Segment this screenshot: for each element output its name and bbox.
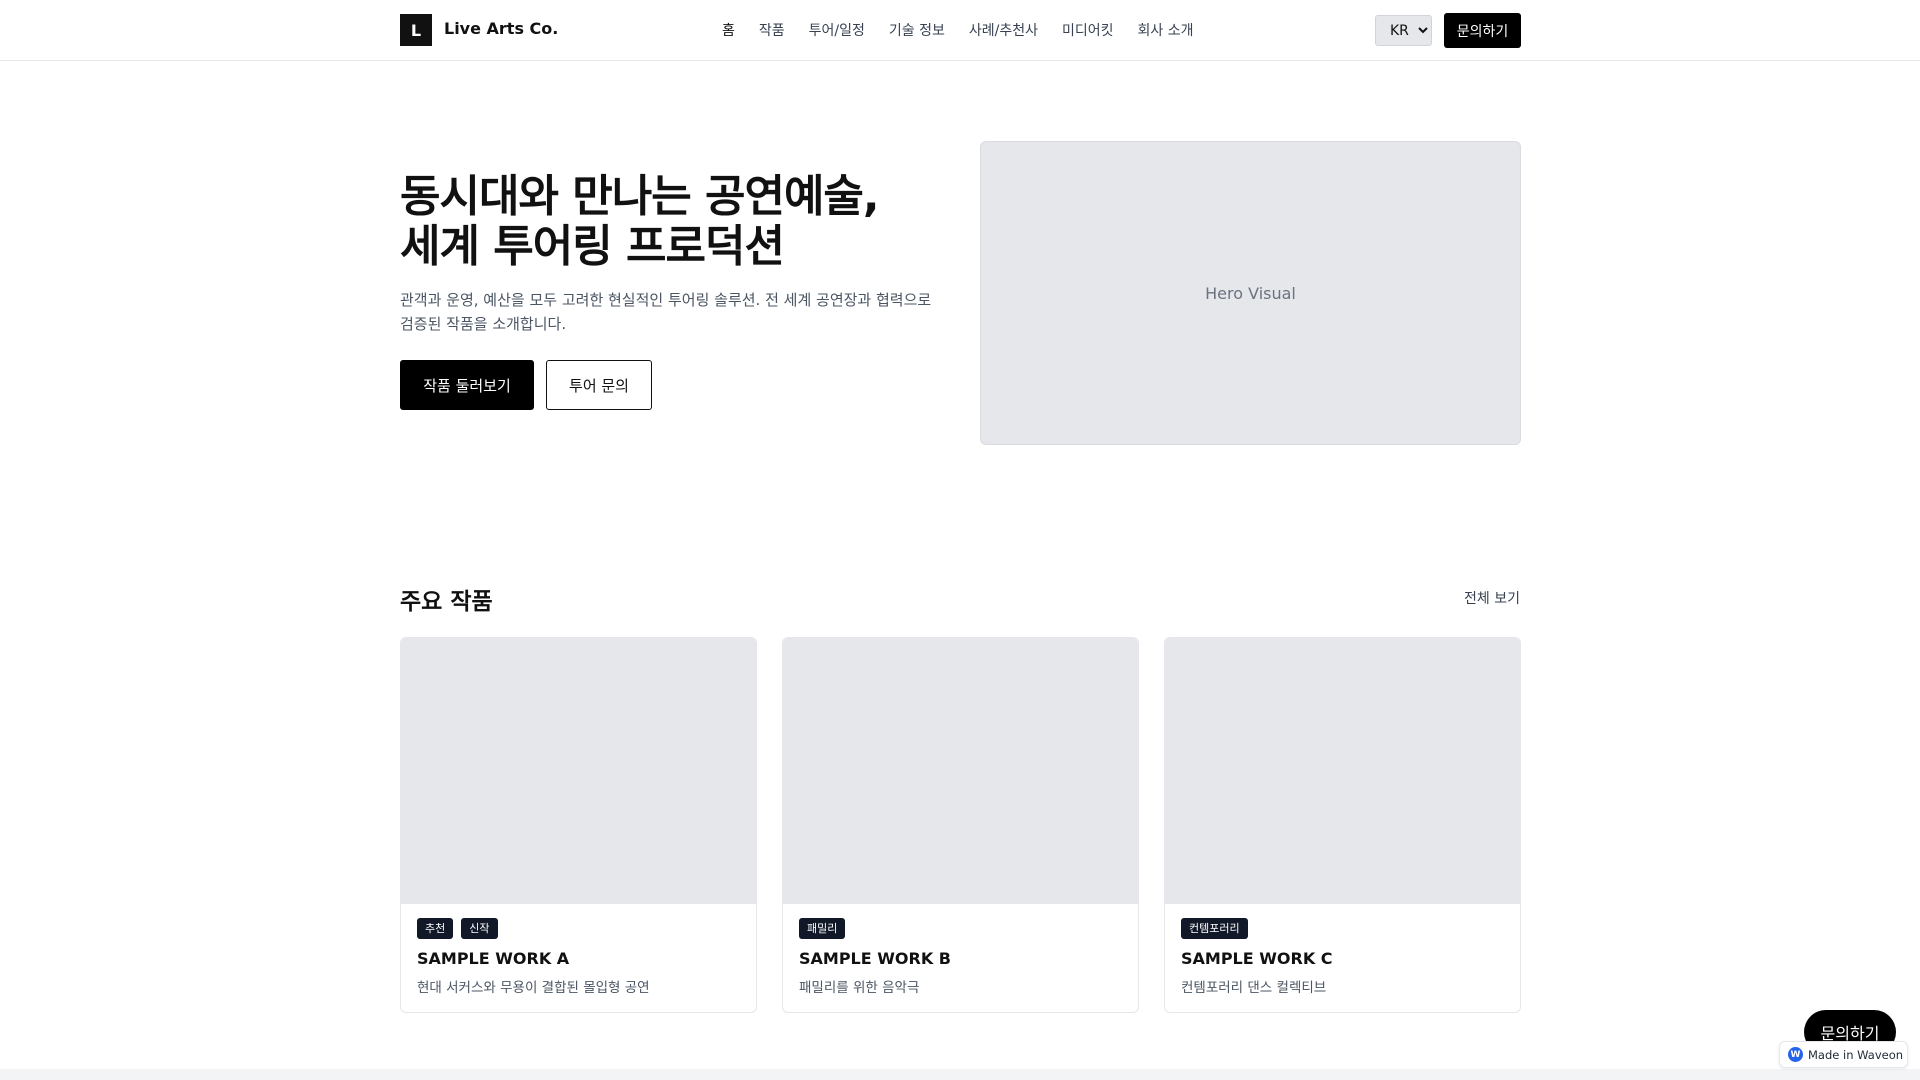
nav-item-cases[interactable]: 사례/추천사 bbox=[969, 20, 1038, 40]
work-card-subtitle: 현대 서커스와 무용이 결합된 몰입형 공연 bbox=[417, 980, 650, 996]
tag-badge: 패밀리 bbox=[799, 918, 846, 939]
browse-works-button[interactable]: 작품 둘러보기 bbox=[400, 360, 534, 410]
work-card-a[interactable]: 추천 신작 SAMPLE WORK A 현대 서커스와 무용이 결합된 몰입형 … bbox=[400, 637, 757, 1013]
work-card-body: 추천 신작 SAMPLE WORK A 현대 서커스와 무용이 결합된 몰입형 … bbox=[401, 904, 756, 996]
nav-item-works[interactable]: 작품 bbox=[759, 20, 785, 40]
nav-item-tour-schedule[interactable]: 투어/일정 bbox=[809, 20, 865, 40]
waveon-badge-text: Made in Waveon bbox=[1808, 1047, 1904, 1062]
work-card-title: SAMPLE WORK A bbox=[417, 949, 570, 968]
hero-title: 동시대와 만나는 공연예술, 세계 투어링 프로덕션 bbox=[400, 172, 960, 272]
site-header: L Live Arts Co. 홈 작품 투어/일정 기술 정보 사례/추천사 … bbox=[0, 0, 1920, 61]
tag-badge: 추천 bbox=[417, 918, 454, 939]
tour-inquiry-button[interactable]: 투어 문의 bbox=[546, 360, 652, 410]
logo-mark[interactable]: L bbox=[400, 14, 432, 46]
works-section-title: 주요 작품 bbox=[400, 589, 493, 615]
work-card-tags: 추천 신작 bbox=[417, 918, 740, 939]
work-card-subtitle: 패밀리를 위한 음악극 bbox=[799, 980, 920, 996]
main-nav: 홈 작품 투어/일정 기술 정보 사례/추천사 미디어킷 회사 소개 bbox=[722, 20, 1194, 40]
nav-item-media-kit[interactable]: 미디어킷 bbox=[1062, 20, 1114, 40]
work-card-title: SAMPLE WORK C bbox=[1181, 949, 1333, 968]
view-all-link[interactable]: 전체 보기 bbox=[1464, 588, 1520, 608]
logo-text[interactable]: Live Arts Co. bbox=[444, 19, 558, 38]
work-card-tags: 패밀리 bbox=[799, 918, 1122, 939]
nav-item-tech-info[interactable]: 기술 정보 bbox=[889, 20, 945, 40]
hero-title-line-1: 동시대와 만나는 공연예술, bbox=[400, 171, 880, 222]
work-card-body: 컨템포러리 SAMPLE WORK C 컨템포러리 댄스 컬렉티브 bbox=[1165, 904, 1520, 996]
tag-badge: 컨템포러리 bbox=[1181, 918, 1248, 939]
work-card-image bbox=[1165, 638, 1520, 904]
nav-item-home[interactable]: 홈 bbox=[722, 20, 735, 40]
work-card-title: SAMPLE WORK B bbox=[799, 949, 951, 968]
tag-badge: 신작 bbox=[461, 918, 498, 939]
hero-title-line-2: 세계 투어링 프로덕션 bbox=[400, 221, 785, 272]
work-card-image bbox=[401, 638, 756, 904]
made-in-waveon-badge[interactable]: W Made in Waveon bbox=[1779, 1041, 1908, 1068]
work-card-c[interactable]: 컨템포러리 SAMPLE WORK C 컨템포러리 댄스 컬렉티브 bbox=[1164, 637, 1521, 1013]
work-card-tags: 컨템포러리 bbox=[1181, 918, 1504, 939]
language-select[interactable]: KR bbox=[1375, 15, 1432, 46]
footer-strip bbox=[0, 1069, 1920, 1080]
hero-visual-label: Hero Visual bbox=[1205, 283, 1296, 303]
hero-description: 관객과 운영, 예산을 모두 고려한 현실적인 투어링 솔루션. 전 세계 공연… bbox=[400, 291, 932, 333]
nav-item-about[interactable]: 회사 소개 bbox=[1138, 20, 1194, 40]
work-card-subtitle: 컨템포러리 댄스 컬렉티브 bbox=[1181, 980, 1327, 996]
work-card-body: 패밀리 SAMPLE WORK B 패밀리를 위한 음악극 bbox=[783, 904, 1138, 996]
waveon-logo-icon: W bbox=[1788, 1047, 1803, 1062]
header-contact-button[interactable]: 문의하기 bbox=[1444, 13, 1521, 48]
work-card-image bbox=[783, 638, 1138, 904]
hero-visual-placeholder: Hero Visual bbox=[980, 141, 1521, 445]
work-card-b[interactable]: 패밀리 SAMPLE WORK B 패밀리를 위한 음악극 bbox=[782, 637, 1139, 1013]
